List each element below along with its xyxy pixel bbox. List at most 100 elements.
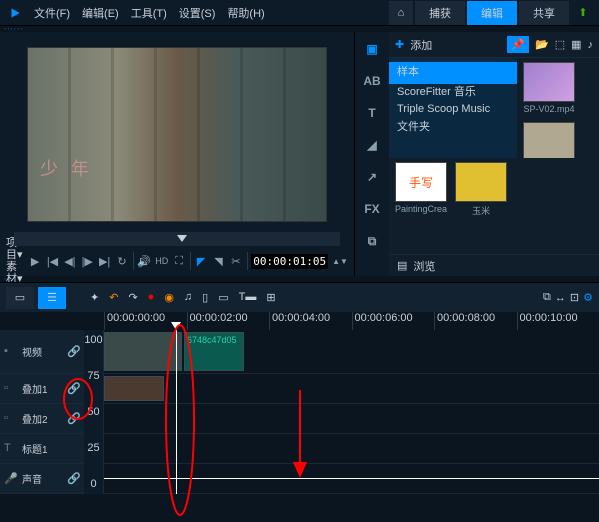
library-footer: ▤ 浏览: [389, 254, 599, 276]
tool-settings-icon[interactable]: ⚙: [583, 291, 593, 304]
cat-capture-icon[interactable]: ⧉: [361, 230, 383, 252]
pin-icon[interactable]: 📌: [507, 36, 529, 53]
tab-capture[interactable]: 捕获: [415, 1, 465, 25]
folder-scorefitter[interactable]: ScoreFitter 音乐: [397, 84, 509, 102]
tool-undo-icon[interactable]: ↶: [109, 291, 118, 304]
tool-redo-icon[interactable]: ↷: [128, 291, 137, 304]
folder-custom[interactable]: 文件夹: [397, 119, 509, 137]
track-type-overlay-icon[interactable]: ▫: [4, 382, 18, 396]
transport-bar: 项目▾ 素材▾ ▶ |◀ ◀| |▶ ▶| ↻ 🔊 HD ⛶ ◤ ◥ ✂ 00:…: [0, 246, 354, 276]
tool-proxy-icon[interactable]: ⊡: [570, 291, 579, 304]
menu-help[interactable]: 帮助(H): [227, 5, 264, 21]
cat-path-icon[interactable]: ↗: [361, 166, 383, 188]
clip-thumb[interactable]: SP-V02.mp4: [523, 62, 575, 114]
volume-button[interactable]: 🔊: [137, 251, 151, 271]
cat-transition-icon[interactable]: AB: [361, 70, 383, 92]
loop-button[interactable]: ↻: [115, 251, 128, 271]
cat-fx-icon[interactable]: FX: [361, 198, 383, 220]
link-icon[interactable]: 🔗: [67, 412, 81, 426]
link-icon[interactable]: 🔗: [67, 472, 81, 486]
view-icon[interactable]: ▦: [571, 38, 581, 51]
cat-graphic-icon[interactable]: ◢: [361, 134, 383, 156]
timeline-panel: ▭ ☰ ✦ ↶ ↷ ● ◉ ♫ ▯ ▭ T▬ ⊞ ⧉ ↔ ⊡ ⚙ 00:00:0…: [0, 282, 599, 494]
tool-rescan-icon[interactable]: ↔: [555, 292, 566, 304]
timeline-view-icon[interactable]: ☰: [38, 287, 66, 309]
track-lane[interactable]: [104, 404, 599, 433]
goto-end-button[interactable]: ▶|: [98, 251, 111, 271]
trim-marker-icon[interactable]: [177, 235, 187, 242]
tool-options-icon[interactable]: ✦: [90, 291, 99, 304]
play-button[interactable]: ▶: [28, 251, 41, 271]
tool-multicam-icon[interactable]: ⊞: [266, 291, 275, 304]
tool-track-icon[interactable]: T▬: [239, 291, 257, 304]
preview-pane: 少 年 项目▾ 素材▾ ▶ |◀ ◀| |▶ ▶| ↻ 🔊 HD ⛶ ◤ ◥ ✂…: [0, 32, 354, 276]
library-pane: ▣ AB T ◢ ↗ FX ⧉ ✚ 添加 📌 📂 ⬚ ▦ ♪ 样本 Sco: [354, 32, 599, 276]
link-icon[interactable]: 🔗: [67, 345, 81, 359]
clip-thumb[interactable]: 手写PaintingCreator: [395, 162, 447, 250]
tab-share[interactable]: 共享: [519, 1, 569, 25]
prev-frame-button[interactable]: ◀|: [63, 251, 76, 271]
clip-thumb[interactable]: SP-V03: [523, 122, 575, 158]
browse-icon[interactable]: ▤: [397, 259, 407, 272]
menu-tools[interactable]: 工具(T): [131, 5, 167, 21]
storyboard-view-icon[interactable]: ▭: [6, 287, 34, 309]
timecode-display[interactable]: 00:00:01:05: [251, 254, 328, 269]
timecode-stepper[interactable]: ▲▼: [332, 251, 348, 271]
next-frame-button[interactable]: |▶: [81, 251, 94, 271]
trim-bar[interactable]: [14, 232, 340, 246]
tab-edit[interactable]: 编辑: [467, 1, 517, 25]
mark-out-button[interactable]: ◥: [212, 251, 225, 271]
import-icon[interactable]: 📂: [535, 38, 549, 51]
folder-triplescoop[interactable]: Triple Scoop Music: [397, 101, 509, 119]
menubar: 文件(F) 编辑(E) 工具(T) 设置(S) 帮助(H) ⌂ 捕获 编辑 共享…: [0, 0, 599, 26]
workspace-tabs: ⌂ 捕获 编辑 共享 ⬆: [389, 1, 595, 25]
video-preview[interactable]: 少 年: [27, 47, 327, 222]
audio-icon[interactable]: ♪: [588, 39, 594, 51]
fullscreen-button[interactable]: ⛶: [172, 251, 185, 271]
menu-settings[interactable]: 设置(S): [179, 5, 216, 21]
menu-edit[interactable]: 编辑(E): [82, 5, 119, 21]
track-type-video-icon[interactable]: ▪: [4, 345, 18, 359]
home-button[interactable]: ⌂: [389, 1, 413, 25]
split-button[interactable]: ✂: [229, 251, 242, 271]
opacity-scale: 1007550250: [84, 330, 104, 494]
track-lane[interactable]: [104, 434, 599, 463]
clip-thumb[interactable]: 玉米: [455, 162, 507, 250]
add-folder-icon[interactable]: ✚: [395, 38, 404, 51]
video-clip[interactable]: [104, 332, 182, 371]
tool-group-icon[interactable]: ⧉: [543, 291, 551, 304]
browse-label[interactable]: 浏览: [413, 258, 435, 274]
track-label: 叠加2: [22, 411, 63, 426]
link-icon[interactable]: 🔗: [67, 382, 81, 396]
app-logo: [4, 2, 26, 24]
video-clip[interactable]: 6748c47d05: [184, 332, 244, 371]
tool-chapter-icon[interactable]: ▯: [202, 291, 208, 304]
video-subtitle: 少 年: [40, 155, 93, 181]
library-toolbar: ✚ 添加 📌 📂 ⬚ ▦ ♪: [389, 32, 599, 58]
hd-button[interactable]: HD: [155, 251, 168, 271]
tool-disc-icon[interactable]: ◉: [164, 291, 174, 304]
track-label: 标题1: [22, 441, 81, 456]
mark-in-button[interactable]: ◤: [194, 251, 207, 271]
annotation-line: [104, 478, 599, 479]
track-type-overlay-icon[interactable]: ▫: [4, 412, 18, 426]
goto-start-button[interactable]: |◀: [46, 251, 59, 271]
sort-icon[interactable]: ⬚: [555, 38, 565, 51]
tool-record-icon[interactable]: ●: [148, 291, 155, 304]
tool-subtitle-icon[interactable]: ▭: [218, 291, 228, 304]
playhead[interactable]: [176, 330, 177, 494]
tool-mixer-icon[interactable]: ♫: [184, 291, 192, 304]
upload-icon[interactable]: ⬆: [571, 1, 595, 25]
cat-media-icon[interactable]: ▣: [361, 38, 383, 60]
folder-sample[interactable]: 样本: [389, 62, 517, 84]
timeline-view-tabs: ▭ ☰ ✦ ↶ ↷ ● ◉ ♫ ▯ ▭ T▬ ⊞ ⧉ ↔ ⊡ ⚙: [0, 282, 599, 312]
track-lane[interactable]: 6748c47d05: [104, 330, 599, 373]
timeline-ruler[interactable]: 00:00:00:0000:00:02:0000:00:04:0000:00:0…: [0, 312, 599, 330]
track-type-voice-icon[interactable]: 🎤: [4, 472, 18, 486]
menu-file[interactable]: 文件(F): [34, 5, 70, 21]
cat-title-icon[interactable]: T: [361, 102, 383, 124]
track-lane[interactable]: [104, 374, 599, 403]
overlay-clip[interactable]: [104, 376, 164, 401]
track-label: 声音: [22, 471, 63, 486]
track-type-title-icon[interactable]: T: [4, 442, 18, 456]
